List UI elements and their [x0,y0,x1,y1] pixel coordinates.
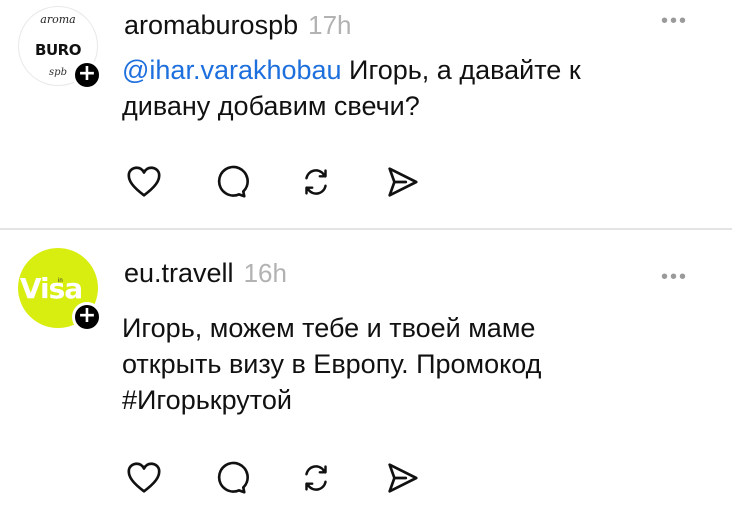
more-options-button[interactable]: ••• [661,10,688,33]
share-icon [388,463,418,493]
username[interactable]: aromaburospb [124,10,298,41]
post-text-line1: Игорь, а давайте к [341,55,581,85]
repost-icon [305,465,327,491]
avatar-container[interactable]: Visa in + [18,248,102,332]
post-header: eu.travell 16h [124,258,287,288]
comment-button[interactable] [208,458,252,498]
post-aromaburospb: aroma BURO spb + aromaburospb 17h ••• @i… [0,0,732,228]
post-text-line2: открыть визу в Европу. Промокод [122,349,542,379]
post-text-line1: Игорь, можем тебе и твоей маме [122,313,536,343]
like-button[interactable] [122,162,166,202]
heart-icon [127,462,161,493]
share-button[interactable] [380,458,424,498]
username[interactable]: eu.travell [124,258,234,289]
post-eu-travell: Visa in + eu.travell 16h ••• Игорь, може… [0,230,732,515]
follow-button[interactable]: + [72,60,102,90]
avatar-text-top: aroma [40,13,76,26]
more-options-button[interactable]: ••• [661,266,688,289]
action-bar [122,458,466,498]
avatar-container[interactable]: aroma BURO spb + [18,6,102,90]
post-header: aromaburospb 17h [124,10,352,40]
timestamp: 17h [308,10,352,40]
post-text: Игорь, можем тебе и твоей маме открыть в… [122,310,702,418]
action-bar [122,162,466,202]
repost-button[interactable] [294,162,338,202]
comment-icon [217,165,249,198]
post-text: @ihar.varakhobau Игорь, а давайте к дива… [122,52,702,124]
comment-button[interactable] [208,162,252,202]
repost-button[interactable] [294,458,338,498]
avatar-text-main: Visa [19,271,83,305]
share-icon [388,167,418,197]
mention-link[interactable]: @ihar.varakhobau [122,55,342,85]
timestamp: 16h [243,258,287,288]
avatar-text-sub: in [58,278,63,284]
like-button[interactable] [122,458,166,498]
follow-button[interactable]: + [72,302,102,332]
avatar-text-middle: BURO [35,41,81,59]
hashtag-link[interactable]: #Игорькрутой [122,385,292,415]
comment-icon [217,461,249,494]
heart-icon [127,166,161,197]
repost-icon [305,169,327,195]
post-text-line2: дивану добавим свечи? [122,91,420,121]
share-button[interactable] [380,162,424,202]
